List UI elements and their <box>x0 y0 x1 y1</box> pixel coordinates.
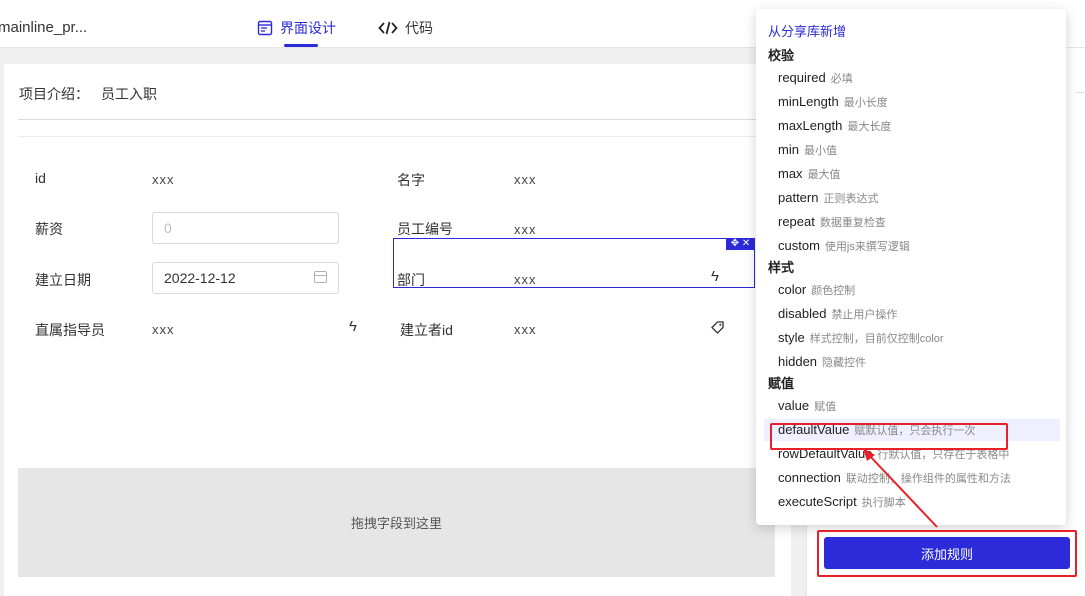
menu-item-desc: 数据重复检查 <box>819 217 886 229</box>
code-icon <box>378 21 398 35</box>
menu-item-desc: 最大长度 <box>847 121 892 133</box>
menu-item-name: value <box>778 398 810 413</box>
menu-item-desc: 正则表达式 <box>823 193 879 205</box>
divider <box>18 136 778 137</box>
menu-item-name: required <box>778 70 826 85</box>
menu-item-required[interactable]: required 必填 <box>764 67 1060 89</box>
menu-item-name: disabled <box>778 306 827 321</box>
menu-item-desc: 必填 <box>830 73 853 85</box>
menu-item-style[interactable]: style 样式控制，目前仅控制color <box>764 327 1060 349</box>
menu-item-name: style <box>778 330 805 345</box>
menu-item-desc: 赋值 <box>814 401 837 413</box>
annotation-highlight-box <box>770 423 1008 450</box>
salary-input[interactable]: 0 <box>152 212 339 244</box>
menu-item-disabled[interactable]: disabled 禁止用户操作 <box>764 303 1060 325</box>
project-name: mainline_pr... <box>0 19 88 36</box>
menu-item-pattern[interactable]: pattern 正则表达式 <box>764 187 1060 209</box>
move-close-handle[interactable]: ✥ ✕ <box>726 238 755 250</box>
menu-item-name: repeat <box>778 214 815 229</box>
menu-item-minlength[interactable]: minLength 最小长度 <box>764 91 1060 113</box>
menu-item-name: pattern <box>778 190 819 205</box>
menu-item-max[interactable]: max 最大值 <box>764 163 1060 185</box>
menu-item-color[interactable]: color 颜色控制 <box>764 279 1060 301</box>
field-label-supervisor: 直属指导员 <box>35 322 105 338</box>
tab-ui-design[interactable]: 界面设计 <box>257 17 336 39</box>
menu-item-desc: 隐藏控件 <box>822 357 867 369</box>
menu-item-desc: 最小长度 <box>843 97 888 109</box>
menu-item-maxlength[interactable]: maxLength 最大长度 <box>764 115 1060 137</box>
menu-item-desc: 最小值 <box>803 145 837 157</box>
menu-item-desc: 执行脚本 <box>861 497 906 509</box>
project-intro: 项目介绍： 员工入职 <box>19 84 157 104</box>
field-label-creator-id: 建立者id <box>400 322 453 338</box>
date-value: 2022-12-12 <box>164 270 236 286</box>
field-drop-zone[interactable]: 拖拽字段到这里 <box>18 468 775 577</box>
menu-item-hidden[interactable]: hidden 隐藏控件 <box>764 351 1060 373</box>
tab-code-label: 代码 <box>405 20 433 36</box>
field-value-creator-id[interactable]: xxx <box>514 322 537 337</box>
field-value-id[interactable]: xxx <box>152 172 175 187</box>
field-label-salary: 薪资 <box>35 221 63 237</box>
selected-field-outline <box>393 238 755 288</box>
menu-item-executescript[interactable]: executeScript 执行脚本 <box>764 491 1060 513</box>
menu-group-title: 样式 <box>768 260 795 275</box>
divider <box>18 119 778 120</box>
layout-icon <box>257 20 273 36</box>
field-value-supervisor[interactable]: xxx <box>152 322 175 337</box>
tag-icon[interactable] <box>710 320 725 335</box>
menu-item-min[interactable]: min 最小值 <box>764 139 1060 161</box>
add-rule-button[interactable]: 添加规则 <box>824 537 1070 569</box>
field-label-created-date: 建立日期 <box>35 272 91 288</box>
field-label-id: id <box>35 170 46 186</box>
add-from-library[interactable]: 从分享库新增 <box>768 21 846 40</box>
menu-item-desc: 行默认值，只存在于表格中 <box>877 449 1010 461</box>
divider <box>1075 92 1085 93</box>
menu-item-desc: 最大值 <box>807 169 841 181</box>
menu-item-custom[interactable]: custom 使用js来撰写逻辑 <box>764 235 1060 257</box>
menu-item-name: hidden <box>778 354 818 369</box>
intro-label: 项目介绍： <box>19 86 89 102</box>
field-label-employee-no: 员工编号 <box>397 221 453 237</box>
menu-item-desc: 使用js来撰写逻辑 <box>824 241 910 253</box>
menu-item-desc: 禁止用户操作 <box>831 309 898 321</box>
lightning-icon[interactable]: ϟ <box>349 318 357 335</box>
menu-item-desc: 联动控制，操作组件的属性和方法 <box>845 473 1011 485</box>
tab-code[interactable]: 代码 <box>378 17 433 39</box>
field-value-employee-no[interactable]: xxx <box>514 222 537 237</box>
menu-group-title: 赋值 <box>768 376 795 391</box>
menu-item-desc: 颜色控制 <box>811 285 856 297</box>
field-label-name: 名字 <box>397 172 425 188</box>
form-canvas: 项目介绍： 员工入职 id xxx 名字 xxx 薪资 0 员工编号 xxx 建立… <box>4 64 791 596</box>
menu-item-name: max <box>778 166 803 181</box>
active-tab-indicator <box>284 44 318 47</box>
menu-item-name: color <box>778 282 807 297</box>
menu-item-name: connection <box>778 470 841 485</box>
calendar-icon[interactable] <box>314 271 327 283</box>
menu-item-desc: 样式控制，目前仅控制color <box>809 333 944 345</box>
field-value-name[interactable]: xxx <box>514 172 537 187</box>
menu-item-name: min <box>778 142 799 157</box>
menu-item-name: minLength <box>778 94 839 109</box>
menu-item-connection[interactable]: connection 联动控制，操作组件的属性和方法 <box>764 467 1060 489</box>
date-picker[interactable]: 2022-12-12 <box>152 262 339 294</box>
menu-item-name: maxLength <box>778 118 843 133</box>
intro-value: 员工入职 <box>101 86 157 102</box>
menu-item-value[interactable]: value 赋值 <box>764 395 1060 417</box>
menu-item-name: executeScript <box>778 494 857 509</box>
menu-item-name: custom <box>778 238 820 253</box>
tab-ui-design-label: 界面设计 <box>280 20 336 36</box>
menu-group-title: 校验 <box>768 48 795 63</box>
menu-item-repeat[interactable]: repeat 数据重复检查 <box>764 211 1060 233</box>
